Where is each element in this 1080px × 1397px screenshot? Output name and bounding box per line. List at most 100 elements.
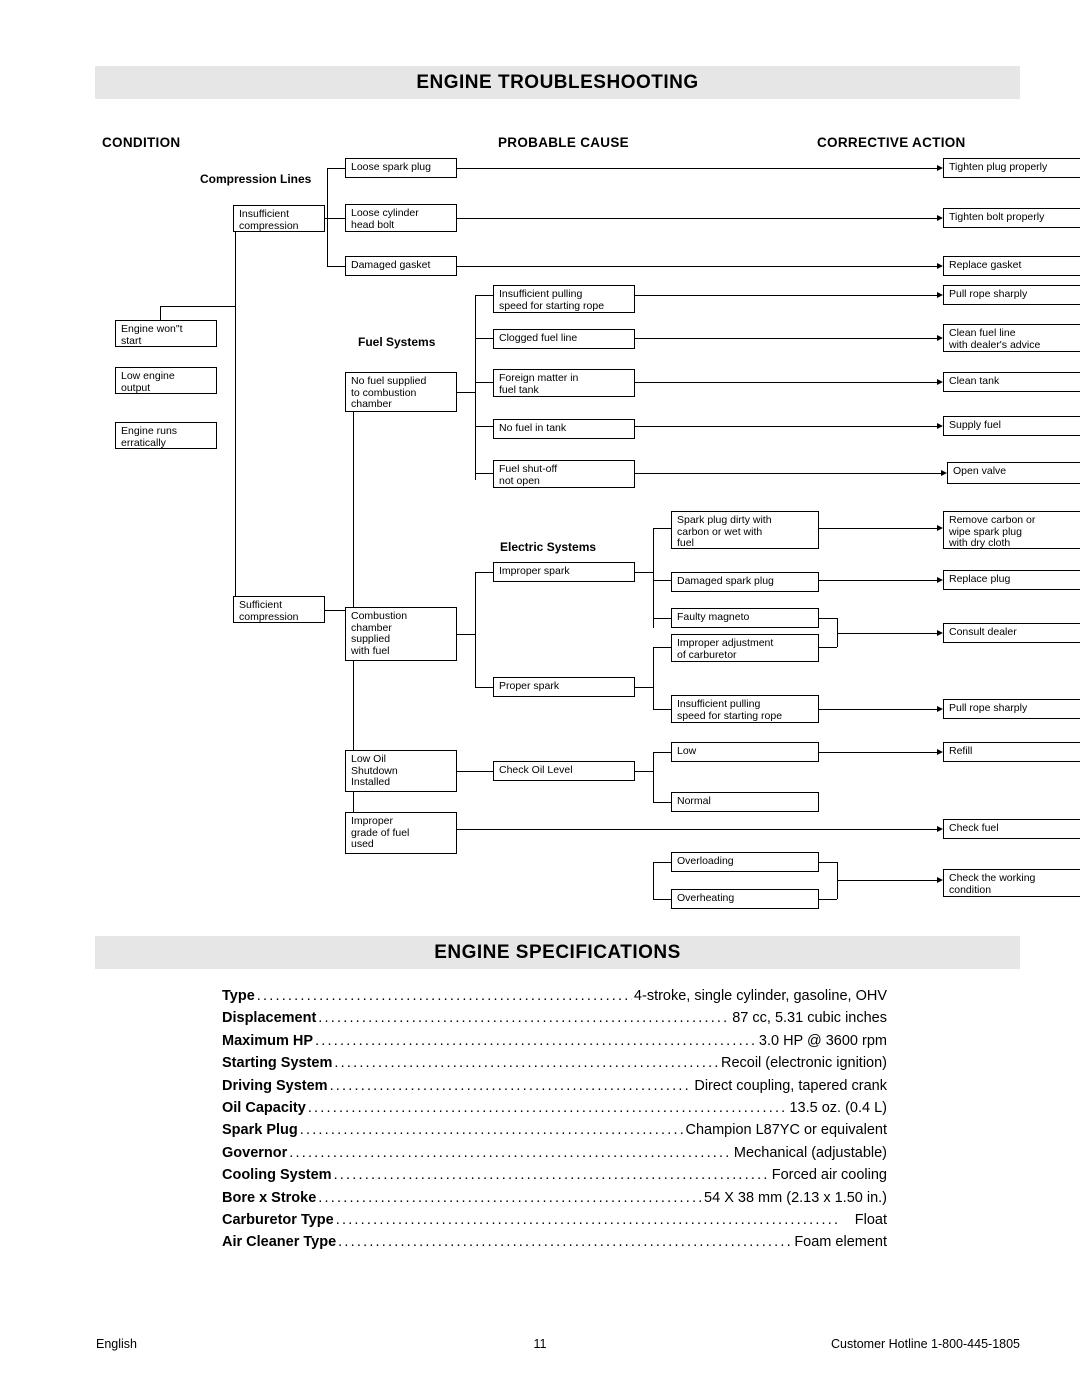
spec-label: Spark Plug xyxy=(222,1122,298,1139)
spec-label: Starting System xyxy=(222,1055,333,1072)
spec-leader-dots: ........................................… xyxy=(289,1144,732,1161)
action-pull-rope-sharply: Pull rope sharply xyxy=(943,285,1080,305)
spec-row: Displacement ...........................… xyxy=(222,1010,887,1032)
spec-value: Float xyxy=(854,1211,887,1228)
action-replace-gasket: Replace gasket xyxy=(943,256,1080,276)
spec-value: Recoil (electronic ignition) xyxy=(720,1055,887,1072)
spec-value: Mechanical (adjustable) xyxy=(733,1144,887,1161)
spec-row: Spark Plug .............................… xyxy=(222,1122,887,1144)
troubleshooting-flow-diagram: Compression Lines Fuel Systems Electric … xyxy=(95,110,1080,920)
spec-value: 87 cc, 5.31 cubic inches xyxy=(732,1010,887,1027)
spec-row: Starting System ........................… xyxy=(222,1055,887,1077)
cause-oil-level-normal: Normal xyxy=(671,792,819,812)
footer-customer-hotline: Customer Hotline 1-800-445-1805 xyxy=(831,1337,1020,1351)
spec-label: Bore x Stroke xyxy=(222,1189,317,1206)
spec-label: Air Cleaner Type xyxy=(222,1234,337,1251)
spec-leader-dots: ........................................… xyxy=(318,1010,730,1027)
cause-check-oil-level: Check Oil Level xyxy=(493,761,635,781)
action-clean-tank: Clean tank xyxy=(943,372,1080,392)
spec-leader-dots: ........................................… xyxy=(299,1122,684,1139)
action-supply-fuel: Supply fuel xyxy=(943,416,1080,436)
spec-row: Cooling System .........................… xyxy=(222,1167,887,1189)
spec-leader-dots: ........................................… xyxy=(334,1055,719,1072)
spec-label: Oil Capacity xyxy=(222,1099,306,1116)
cause-insufficient-pulling-speed: Insufficient pulling speed for starting … xyxy=(493,285,635,313)
action-replace-plug: Replace plug xyxy=(943,570,1080,590)
spec-value: Forced air cooling xyxy=(771,1167,887,1184)
action-tighten-plug-properly: Tighten plug properly xyxy=(943,158,1080,178)
cause-proper-spark: Proper spark xyxy=(493,677,635,697)
action-tighten-bolt-properly: Tighten bolt properly xyxy=(943,208,1080,228)
cause-loose-cylinder-head-bolt: Loose cylinder head bolt xyxy=(345,204,457,232)
branch-insufficient-compression: Insufficient compression xyxy=(233,205,325,232)
spec-row: Air Cleaner Type .......................… xyxy=(222,1234,887,1256)
spec-leader-dots: ........................................… xyxy=(329,1077,693,1094)
cause-overloading: Overloading xyxy=(671,852,819,872)
group-label-compression-lines: Compression Lines xyxy=(200,172,312,186)
cause-loose-spark-plug: Loose spark plug xyxy=(345,158,457,178)
cause-improper-spark: Improper spark xyxy=(493,562,635,582)
spec-leader-dots: ........................................… xyxy=(338,1234,793,1251)
branch-sufficient-compression: Sufficient compression xyxy=(233,596,325,623)
cause-clogged-fuel-line: Clogged fuel line xyxy=(493,329,635,349)
spec-leader-dots: ........................................… xyxy=(318,1189,702,1206)
cause-no-fuel-supplied: No fuel supplied to combustion chamber xyxy=(345,372,457,412)
spec-leader-dots: ........................................… xyxy=(315,1032,757,1049)
spec-leader-dots: ........................................… xyxy=(256,988,632,1004)
section-banner-specifications: ENGINE SPECIFICATIONS xyxy=(95,936,1020,969)
action-check-fuel: Check fuel xyxy=(943,819,1080,839)
spec-label: Displacement xyxy=(222,1010,317,1027)
spec-value: 4-stroke, single cylinder, gasoline, OHV xyxy=(633,988,887,1004)
cause-spark-plug-dirty: Spark plug dirty with carbon or wet with… xyxy=(671,511,819,549)
spec-value: 54 X 38 mm (2.13 x 1.50 in.) xyxy=(704,1189,887,1206)
cause-fuel-shutoff-not-open: Fuel shut-off not open xyxy=(493,460,635,488)
action-check-working-condition: Check the working condition xyxy=(943,869,1080,897)
engine-specifications-list: Type ...................................… xyxy=(222,988,887,1257)
cause-improper-grade-of-fuel: Improper grade of fuel used xyxy=(345,812,457,854)
spec-label: Driving System xyxy=(222,1077,328,1094)
condition-engine-runs-erratically: Engine runs erratically xyxy=(115,422,217,449)
spec-leader-dots: ........................................… xyxy=(333,1167,770,1184)
spec-leader-dots: ........................................… xyxy=(335,1211,841,1228)
cause-improper-adjustment-carburetor: Improper adjustment of carburetor xyxy=(671,634,819,662)
spec-value: 3.0 HP @ 3600 rpm xyxy=(758,1032,887,1049)
cause-low-oil-shutdown: Low Oil Shutdown Installed xyxy=(345,750,457,792)
cause-no-fuel-in-tank: No fuel in tank xyxy=(493,419,635,439)
spec-row: Bore x Stroke ..........................… xyxy=(222,1190,887,1212)
action-open-valve: Open valve xyxy=(947,462,1080,484)
spec-label: Cooling System xyxy=(222,1167,332,1184)
spec-label: Maximum HP xyxy=(222,1032,314,1049)
action-clean-fuel-line: Clean fuel line with dealer's advice xyxy=(943,324,1080,352)
spec-value: Champion L87YC or equivalent xyxy=(685,1122,887,1139)
action-remove-carbon: Remove carbon or wipe spark plug with dr… xyxy=(943,511,1080,549)
group-label-electric-systems: Electric Systems xyxy=(500,540,597,554)
spec-row: Driving System .........................… xyxy=(222,1078,887,1100)
spec-row: Oil Capacity ...........................… xyxy=(222,1100,887,1122)
spec-row: Type ...................................… xyxy=(222,988,887,1010)
spec-label: Carburetor Type xyxy=(222,1211,334,1228)
cause-oil-level-low: Low xyxy=(671,742,819,762)
spec-value: 13.5 oz. (0.4 L) xyxy=(789,1099,887,1116)
cause-damaged-gasket: Damaged gasket xyxy=(345,256,457,276)
cause-combustion-chamber-supplied: Combustion chamber supplied with fuel xyxy=(345,607,457,661)
spec-value: Foam element xyxy=(794,1234,887,1251)
spec-label: Governor xyxy=(222,1144,288,1161)
spec-value: Direct coupling, tapered crank xyxy=(694,1077,887,1094)
cause-insufficient-pulling-speed-2: Insufficient pulling speed for starting … xyxy=(671,695,819,723)
action-consult-dealer: Consult dealer xyxy=(943,623,1080,643)
cause-foreign-matter-in-fuel-tank: Foreign matter in fuel tank xyxy=(493,369,635,397)
cause-faulty-magneto: Faulty magneto xyxy=(671,608,819,628)
cause-damaged-spark-plug: Damaged spark plug xyxy=(671,572,819,592)
section-banner-troubleshooting: ENGINE TROUBLESHOOTING xyxy=(95,66,1020,99)
action-refill: Refill xyxy=(943,742,1080,762)
spec-row: Maximum HP .............................… xyxy=(222,1033,887,1055)
spec-row: Governor ...............................… xyxy=(222,1145,887,1167)
condition-low-engine-output: Low engine output xyxy=(115,367,217,394)
condition-engine-wont-start: Engine won"t start xyxy=(115,320,217,347)
spec-row: Carburetor Type ........................… xyxy=(222,1212,887,1234)
group-label-fuel-systems: Fuel Systems xyxy=(358,335,436,349)
spec-leader-dots: ........................................… xyxy=(307,1099,788,1116)
spec-label: Type xyxy=(222,988,255,1004)
cause-overheating: Overheating xyxy=(671,889,819,909)
action-pull-rope-sharply-2: Pull rope sharply xyxy=(943,699,1080,719)
